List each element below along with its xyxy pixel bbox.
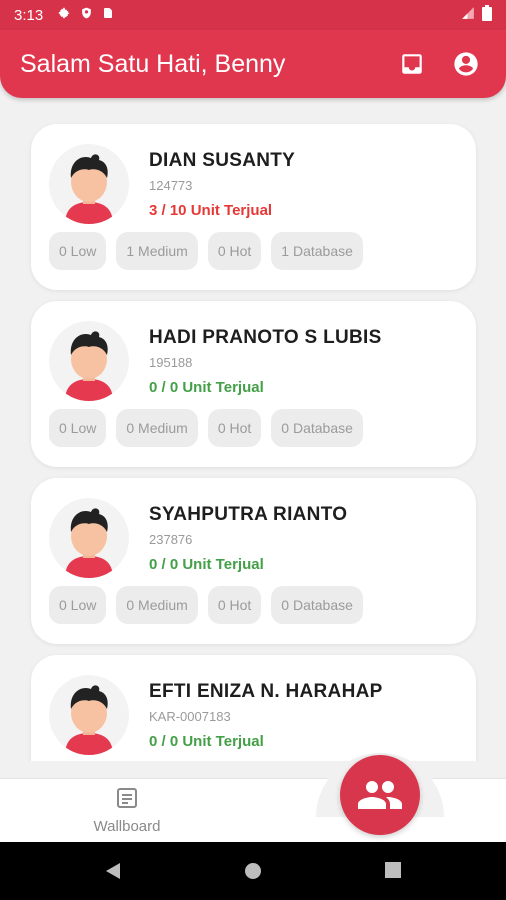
salesperson-name: EFTI ENIZA N. HARAHAP <box>149 681 383 702</box>
chip-hot[interactable]: 0 Hot <box>207 586 262 624</box>
salesperson-list: DIAN SUSANTY 124773 3 / 10 Unit Terjual … <box>0 98 506 761</box>
app-bar: Salam Satu Hati, Benny <box>0 30 506 98</box>
lead-chips: 0 Low 0 Medium 0 Hot 0 Database <box>49 409 363 447</box>
salesperson-card[interactable]: EFTI ENIZA N. HARAHAP KAR-0007183 0 / 0 … <box>31 655 476 761</box>
salesperson-code: 195188 <box>149 355 193 370</box>
salesperson-code: 237876 <box>149 532 193 547</box>
lead-chips: 0 Low 0 Medium 0 Hot 0 Database <box>49 586 363 624</box>
avatar <box>49 498 129 578</box>
salesperson-name: SYAHPUTRA RIANTO <box>149 504 348 525</box>
avatar <box>49 144 129 224</box>
avatar <box>49 321 129 401</box>
salesperson-card[interactable]: SYAHPUTRA RIANTO 237876 0 / 0 Unit Terju… <box>31 478 476 644</box>
avatar <box>49 675 129 755</box>
wallboard-icon <box>117 788 137 808</box>
chip-medium[interactable]: 0 Medium <box>116 586 198 624</box>
salesperson-name: HADI PRANOTO S LUBIS <box>149 327 382 348</box>
sim-card-icon <box>102 6 114 25</box>
salesperson-name: DIAN SUSANTY <box>149 150 296 171</box>
chip-low[interactable]: 0 Low <box>49 232 107 270</box>
chip-medium[interactable]: 0 Medium <box>116 409 198 447</box>
status-bar: 3:13 <box>0 0 506 30</box>
lead-chips: 0 Low 1 Medium 0 Hot 1 Database <box>49 232 363 270</box>
home-icon[interactable] <box>244 862 262 885</box>
units-sold: 0 / 0 Unit Terjual <box>149 379 264 396</box>
nav-item-label: Wallboard <box>93 818 161 835</box>
people-icon <box>358 781 402 809</box>
nav-item-wallboard[interactable]: Wallboard <box>80 786 174 835</box>
account-circle-icon <box>454 52 478 76</box>
signal-icon <box>460 6 476 25</box>
chip-hot[interactable]: 0 Hot <box>207 409 262 447</box>
units-sold: 3 / 10 Unit Terjual <box>149 202 273 219</box>
salesperson-code: KAR-0007183 <box>149 709 231 724</box>
salesperson-code: 124773 <box>149 178 193 193</box>
chip-database[interactable]: 0 Database <box>271 586 363 624</box>
app-title: Salam Satu Hati, Benny <box>20 49 286 78</box>
chip-low[interactable]: 0 Low <box>49 409 107 447</box>
inbox-icon <box>402 54 422 74</box>
units-sold: 0 / 0 Unit Terjual <box>149 556 264 573</box>
team-fab-button[interactable] <box>340 755 420 835</box>
chip-database[interactable]: 0 Database <box>271 409 363 447</box>
profile-button[interactable] <box>446 44 486 84</box>
gear-icon <box>57 6 71 25</box>
battery-icon <box>482 4 492 26</box>
system-nav-bar <box>0 842 506 900</box>
inbox-button[interactable] <box>392 44 432 84</box>
chip-hot[interactable]: 0 Hot <box>207 232 262 270</box>
shield-icon <box>80 6 93 25</box>
salesperson-card[interactable]: HADI PRANOTO S LUBIS 195188 0 / 0 Unit T… <box>31 301 476 467</box>
units-sold: 0 / 0 Unit Terjual <box>149 733 264 750</box>
recents-icon[interactable] <box>385 862 401 883</box>
status-time: 3:13 <box>14 6 44 24</box>
back-icon[interactable] <box>104 862 122 885</box>
chip-low[interactable]: 0 Low <box>49 586 107 624</box>
chip-medium[interactable]: 1 Medium <box>116 232 198 270</box>
chip-database[interactable]: 1 Database <box>271 232 363 270</box>
salesperson-card[interactable]: DIAN SUSANTY 124773 3 / 10 Unit Terjual … <box>31 124 476 290</box>
